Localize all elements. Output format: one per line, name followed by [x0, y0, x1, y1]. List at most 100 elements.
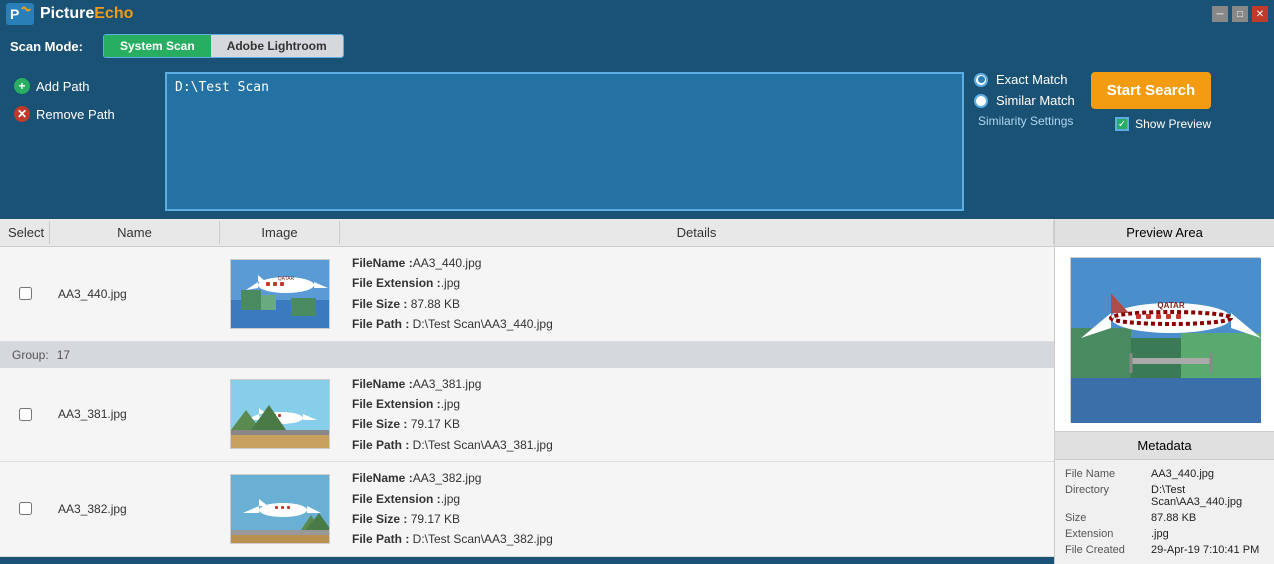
add-icon: +	[14, 78, 30, 94]
similarity-settings[interactable]: Similarity Settings	[974, 114, 1075, 128]
show-preview-label: Show Preview	[1135, 117, 1211, 131]
file-name-cell: AA3_382.jpg	[50, 498, 220, 520]
show-preview-area: ✓ Show Preview	[1115, 117, 1211, 131]
detail-size-val: 79.17 KB	[407, 417, 460, 431]
detail-filename-label: FileName :	[352, 471, 413, 485]
row-select-cell	[0, 462, 50, 556]
file-thumbnail	[230, 474, 330, 544]
app-title-highlight: Echo	[94, 5, 133, 22]
detail-path-label: File Path :	[352, 532, 409, 546]
title-bar-left: P PictureEcho	[6, 3, 133, 25]
detail-ext-label: File Extension :	[352, 397, 441, 411]
path-actions: + Add Path ✕ Remove Path	[10, 72, 155, 124]
detail-filename-label: FileName :	[352, 377, 413, 391]
detail-path-label: File Path :	[352, 438, 409, 452]
title-bar: P PictureEcho ─ □ ✕	[0, 0, 1274, 28]
meta-created-row: File Created 29-Apr-19 7:10:41 PM	[1065, 544, 1264, 556]
detail-filename-label: FileName :	[352, 256, 413, 270]
meta-extension-val: .jpg	[1151, 528, 1169, 540]
meta-filename-val: AA3_440.jpg	[1151, 468, 1214, 480]
table-row: AA3_381.jpg	[0, 368, 1054, 463]
svg-text:QATAR: QATAR	[1157, 301, 1184, 310]
meta-created-val: 29-Apr-19 7:10:41 PM	[1151, 544, 1259, 556]
search-options: Exact Match Similar Match Similarity Set…	[974, 72, 1264, 131]
th-name: Name	[50, 221, 220, 244]
detail-path-label: File Path :	[352, 317, 409, 331]
close-button[interactable]: ✕	[1252, 6, 1268, 22]
main-area: Select Name Image Details AA3_440.jpg	[0, 219, 1274, 564]
svg-text:QATAR: QATAR	[278, 276, 295, 282]
file-thumbnail	[230, 379, 330, 449]
detail-ext-val: .jpg	[441, 276, 460, 290]
detail-size-val: 87.88 KB	[407, 297, 460, 311]
detail-ext-label: File Extension :	[352, 492, 441, 506]
detail-size-label: File Size :	[352, 512, 407, 526]
preview-header: Preview Area	[1055, 219, 1274, 247]
th-select: Select	[0, 221, 50, 244]
group-row: Group: 17	[0, 342, 1054, 368]
row-checkbox[interactable]	[19, 408, 32, 421]
remove-path-label: Remove Path	[36, 107, 115, 122]
file-details-cell: FileName :AA3_382.jpg File Extension :.j…	[340, 462, 1054, 556]
meta-extension-key: Extension	[1065, 528, 1145, 540]
app-title: PictureEcho	[40, 5, 133, 23]
add-path-button[interactable]: + Add Path	[10, 76, 155, 96]
table-row: AA3_440.jpg	[0, 247, 1054, 342]
th-image: Image	[220, 221, 340, 244]
scan-path-input[interactable]: D:\Test Scan	[165, 72, 964, 211]
start-search-button[interactable]: Start Search	[1091, 72, 1211, 109]
detail-ext-label: File Extension :	[352, 276, 441, 290]
group-number: 17	[57, 348, 70, 362]
preview-image: QATAR	[1070, 257, 1260, 422]
exact-match-option: Exact Match	[974, 72, 1075, 87]
system-scan-button[interactable]: System Scan	[104, 35, 211, 57]
th-details: Details	[340, 221, 1054, 244]
file-details-cell: FileName :AA3_381.jpg File Extension :.j…	[340, 368, 1054, 462]
detail-size-label: File Size :	[352, 417, 407, 431]
meta-directory-val: D:\Test Scan\AA3_440.jpg	[1151, 484, 1264, 508]
meta-filename-row: File Name AA3_440.jpg	[1065, 468, 1264, 480]
meta-size-key: Size	[1065, 512, 1145, 524]
file-image-cell: QATAR	[220, 255, 340, 333]
metadata-header: Metadata	[1055, 432, 1274, 460]
meta-extension-row: Extension .jpg	[1065, 528, 1264, 540]
maximize-button[interactable]: □	[1232, 6, 1248, 22]
scan-mode-buttons: System Scan Adobe Lightroom	[103, 34, 344, 58]
meta-size-row: Size 87.88 KB	[1065, 512, 1264, 524]
app-logo-icon: P	[6, 3, 34, 25]
table-header: Select Name Image Details	[0, 219, 1054, 247]
add-path-label: Add Path	[36, 79, 90, 94]
main-window: P PictureEcho ─ □ ✕ Scan Mode: System Sc…	[0, 0, 1274, 564]
meta-filename-key: File Name	[1065, 468, 1145, 480]
row-checkbox[interactable]	[19, 287, 32, 300]
detail-filename-val: AA3_382.jpg	[413, 471, 482, 485]
preview-panel: Preview Area	[1054, 219, 1274, 564]
detail-ext-val: .jpg	[441, 397, 460, 411]
detail-size-label: File Size :	[352, 297, 407, 311]
exact-match-radio[interactable]	[974, 73, 988, 87]
meta-size-val: 87.88 KB	[1151, 512, 1196, 524]
show-preview-checkbox[interactable]: ✓	[1115, 117, 1129, 131]
remove-path-button[interactable]: ✕ Remove Path	[10, 104, 155, 124]
row-checkbox[interactable]	[19, 502, 32, 515]
meta-directory-key: Directory	[1065, 484, 1145, 508]
detail-size-val: 79.17 KB	[407, 512, 460, 526]
remove-icon: ✕	[14, 106, 30, 122]
svg-text:P: P	[10, 6, 19, 22]
similar-match-radio[interactable]	[974, 94, 988, 108]
row-select-cell	[0, 247, 50, 341]
similar-match-label: Similar Match	[996, 93, 1075, 108]
detail-ext-val: .jpg	[441, 492, 460, 506]
file-name-cell: AA3_440.jpg	[50, 283, 220, 305]
file-details-cell: FileName :AA3_440.jpg File Extension :.j…	[340, 247, 1054, 341]
title-bar-controls: ─ □ ✕	[1212, 6, 1268, 22]
detail-filename-val: AA3_440.jpg	[413, 256, 482, 270]
file-name-cell: AA3_381.jpg	[50, 403, 220, 425]
adobe-lightroom-button[interactable]: Adobe Lightroom	[211, 35, 343, 57]
file-image-cell	[220, 470, 340, 548]
detail-path-val: D:\Test Scan\AA3_382.jpg	[409, 532, 552, 546]
path-input-container: D:\Test Scan	[165, 72, 964, 211]
file-thumbnail: QATAR	[230, 259, 330, 329]
row-select-cell	[0, 368, 50, 462]
minimize-button[interactable]: ─	[1212, 6, 1228, 22]
